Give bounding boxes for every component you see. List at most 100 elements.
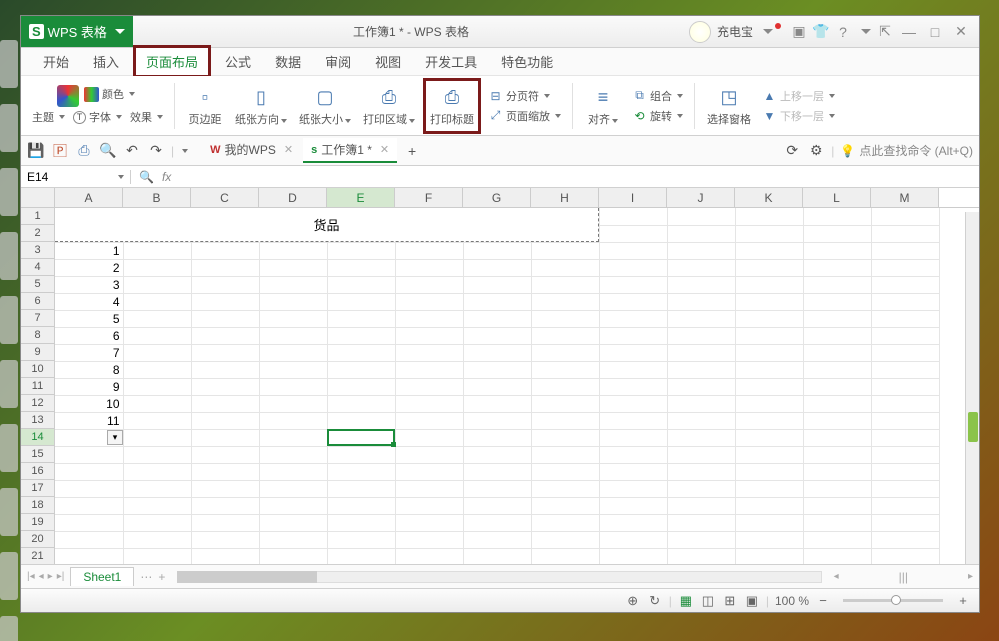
name-box[interactable]: E14	[21, 170, 131, 184]
align-button[interactable]: ≡对齐	[581, 78, 625, 134]
close-button[interactable]: ✕	[951, 23, 971, 40]
cell[interactable]	[191, 327, 259, 344]
page-scale-button[interactable]: ⤢页面缩放	[485, 107, 564, 125]
cell[interactable]	[191, 531, 259, 548]
sync-icon[interactable]: ⟳	[783, 142, 801, 160]
cell[interactable]	[803, 310, 871, 327]
cell[interactable]	[667, 446, 735, 463]
cell[interactable]	[395, 378, 463, 395]
cell[interactable]	[259, 412, 327, 429]
cell[interactable]	[803, 480, 871, 497]
row-header[interactable]: 11	[21, 378, 55, 395]
cell[interactable]	[123, 531, 191, 548]
cell[interactable]	[463, 395, 531, 412]
cell[interactable]	[735, 361, 803, 378]
cell[interactable]	[123, 276, 191, 293]
doc-tab[interactable]: W我的WPS✕	[202, 138, 301, 163]
row-header[interactable]: 3	[21, 242, 55, 259]
cell[interactable]	[667, 344, 735, 361]
cell[interactable]: 11	[55, 412, 123, 429]
cell[interactable]	[871, 480, 939, 497]
row-header[interactable]: 7	[21, 310, 55, 327]
row-header[interactable]: 17	[21, 480, 55, 497]
cell[interactable]	[871, 378, 939, 395]
cell[interactable]	[463, 429, 531, 446]
view-page-icon[interactable]: ◫	[700, 593, 716, 609]
cell[interactable]	[735, 378, 803, 395]
cell[interactable]	[259, 344, 327, 361]
cell[interactable]	[803, 446, 871, 463]
cell[interactable]	[191, 378, 259, 395]
col-header[interactable]: M	[871, 188, 939, 207]
cell[interactable]	[327, 344, 395, 361]
gift-icon[interactable]: ▣	[791, 24, 807, 40]
col-header[interactable]: D	[259, 188, 327, 207]
cell[interactable]	[735, 514, 803, 531]
merged-cell-title[interactable]: 货品	[55, 208, 599, 242]
cell[interactable]	[191, 412, 259, 429]
cell[interactable]	[667, 480, 735, 497]
cell[interactable]	[463, 344, 531, 361]
cell[interactable]	[259, 242, 327, 259]
cell[interactable]	[531, 242, 599, 259]
cell[interactable]	[531, 259, 599, 276]
cell[interactable]	[871, 531, 939, 548]
cell[interactable]	[531, 531, 599, 548]
cell[interactable]	[803, 395, 871, 412]
cell[interactable]	[871, 344, 939, 361]
cell[interactable]	[191, 293, 259, 310]
cell[interactable]	[191, 514, 259, 531]
sheet-prev-icon[interactable]: ◂	[39, 571, 44, 582]
col-header[interactable]: F	[395, 188, 463, 207]
page-size-button[interactable]: ▢纸张大小	[295, 78, 355, 134]
cell[interactable]	[259, 463, 327, 480]
cell[interactable]	[395, 463, 463, 480]
cell[interactable]: 7	[55, 344, 123, 361]
cell[interactable]	[599, 531, 667, 548]
cell[interactable]	[463, 497, 531, 514]
cell[interactable]	[327, 259, 395, 276]
cell[interactable]	[463, 378, 531, 395]
cell[interactable]	[395, 497, 463, 514]
close-tab-icon[interactable]: ✕	[284, 143, 293, 156]
cell[interactable]	[599, 344, 667, 361]
menu-插入[interactable]: 插入	[83, 48, 129, 75]
cell[interactable]	[463, 548, 531, 564]
cell[interactable]	[463, 480, 531, 497]
cell[interactable]	[123, 293, 191, 310]
cell[interactable]	[871, 514, 939, 531]
cell[interactable]	[735, 429, 803, 446]
cells-area[interactable]: 1234567891011 货品 ▾	[55, 208, 979, 564]
cell[interactable]	[803, 361, 871, 378]
horizontal-scrollbar[interactable]	[177, 571, 821, 583]
cell[interactable]	[531, 293, 599, 310]
cell[interactable]	[327, 276, 395, 293]
cell[interactable]	[123, 548, 191, 564]
cell[interactable]	[191, 395, 259, 412]
cell[interactable]	[327, 480, 395, 497]
cell[interactable]	[735, 259, 803, 276]
cell[interactable]	[735, 344, 803, 361]
print-titles-button[interactable]: ⎙打印标题	[423, 78, 481, 134]
cell[interactable]	[327, 514, 395, 531]
cell[interactable]	[327, 497, 395, 514]
cell[interactable]	[803, 327, 871, 344]
cell[interactable]	[667, 395, 735, 412]
cell[interactable]	[871, 463, 939, 480]
cell[interactable]	[463, 514, 531, 531]
close-tab-icon[interactable]: ✕	[380, 143, 389, 156]
rotate-button[interactable]: ⟲旋转	[629, 107, 686, 125]
share-icon[interactable]: ⇱	[877, 24, 893, 40]
cell[interactable]	[531, 463, 599, 480]
col-header[interactable]: B	[123, 188, 191, 207]
cell[interactable]	[123, 242, 191, 259]
cell[interactable]	[735, 208, 803, 225]
cell[interactable]	[463, 242, 531, 259]
cell[interactable]	[803, 225, 871, 242]
cell[interactable]	[55, 480, 123, 497]
cell[interactable]	[599, 429, 667, 446]
sheet-first-icon[interactable]: |◂	[27, 571, 35, 582]
menu-公式[interactable]: 公式	[215, 48, 261, 75]
zoom-thumb[interactable]	[891, 595, 901, 605]
cell[interactable]	[667, 259, 735, 276]
